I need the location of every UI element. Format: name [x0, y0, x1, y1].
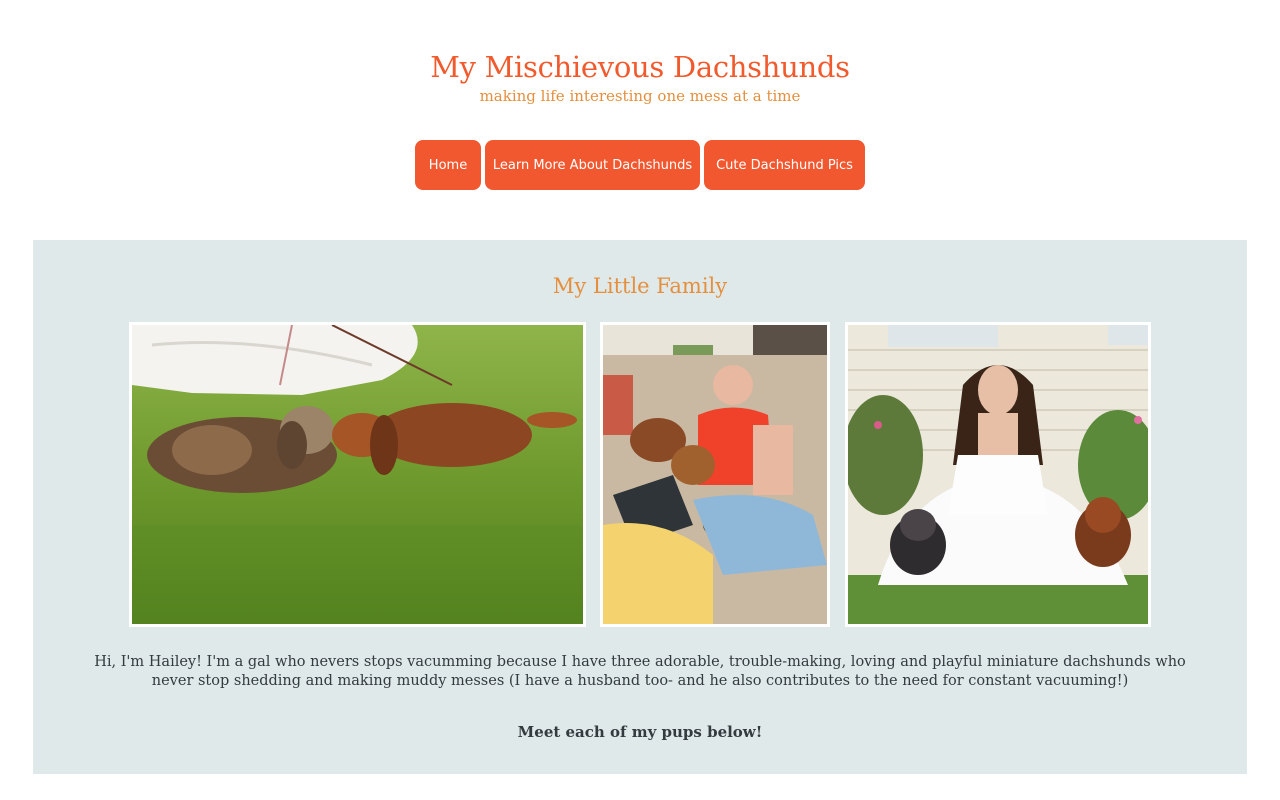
nav-home-button[interactable]: Home — [415, 140, 481, 190]
intro-paragraph: Hi, I'm Hailey! I'm a gal who nevers sto… — [94, 654, 1186, 689]
family-section: My Little Family Hi, I'm Hailey! I'm a g… — [33, 240, 1247, 774]
site-tagline: making life interesting one mess at a ti… — [479, 87, 801, 105]
nav-learn-more-button[interactable]: Learn More About Dachshunds — [485, 140, 700, 190]
photo-husband-with-dogs — [600, 322, 830, 627]
meet-pups-text: Meet each of my pups below! — [517, 723, 763, 741]
photo-dogs-on-grass — [129, 322, 586, 627]
main-nav: Home Learn More About Dachshunds Cute Da… — [415, 140, 865, 190]
nav-cute-pics-button[interactable]: Cute Dachshund Pics — [704, 140, 865, 190]
photo-bride-with-dogs — [845, 322, 1151, 627]
site-title[interactable]: My Mischievous Dachshunds — [0, 48, 1280, 86]
family-heading: My Little Family — [552, 274, 728, 298]
